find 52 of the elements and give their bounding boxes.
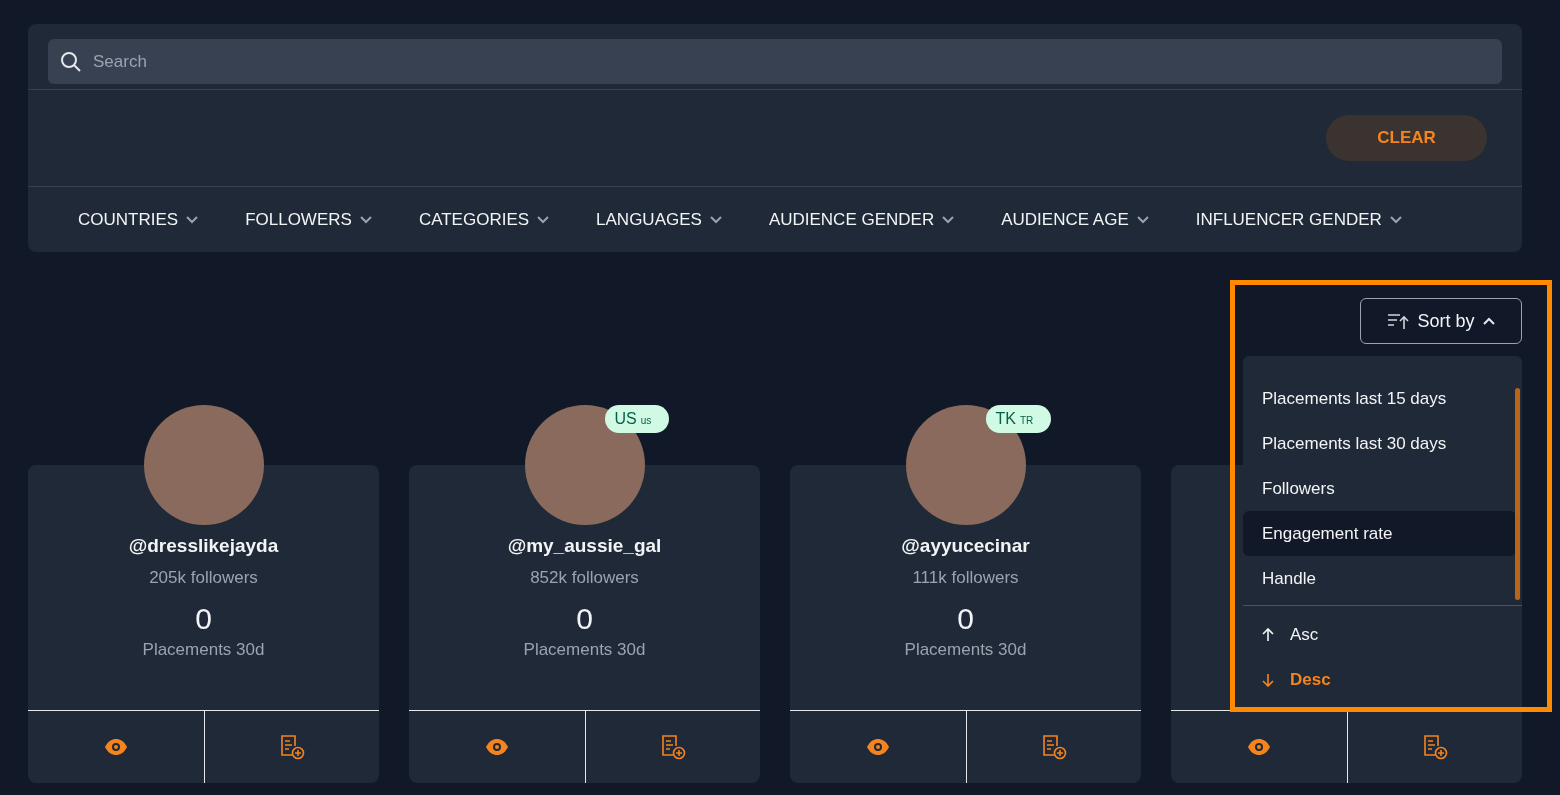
- chevron-down-icon: [942, 215, 955, 224]
- filter-dropdown[interactable]: AUDIENCE GENDER: [768, 209, 955, 230]
- chevron-down-icon: [359, 215, 372, 224]
- placements-count: 0: [957, 602, 974, 636]
- chevron-up-icon: [1482, 317, 1495, 325]
- placements-label: Placements 30d: [142, 640, 265, 660]
- chevron-down-icon: [709, 215, 722, 224]
- handle-text: @dresslikejayda: [128, 535, 279, 557]
- arrow-up-icon: [1262, 627, 1274, 642]
- filter-dropdown[interactable]: LANGUAGES: [596, 209, 722, 230]
- sort-option[interactable]: Handle: [1243, 556, 1516, 601]
- sort-icon: [1387, 312, 1410, 330]
- document-add-icon: [1421, 734, 1448, 760]
- clear-button[interactable]: CLEAR: [1326, 115, 1487, 161]
- filter-dropdown[interactable]: AUDIENCE AGE: [1001, 209, 1149, 230]
- eye-icon: [865, 739, 890, 755]
- sort-option[interactable]: Followers: [1243, 466, 1516, 511]
- document-add-icon: [1040, 734, 1067, 760]
- placements-count: 0: [576, 602, 593, 636]
- search-field[interactable]: Search: [48, 39, 1502, 84]
- handle-text: @ayyucecinar: [901, 535, 1030, 557]
- chevron-down-icon: [186, 215, 199, 224]
- document-add-icon: [278, 734, 305, 760]
- placements-label: Placements 30d: [523, 640, 646, 660]
- search-icon: [60, 51, 82, 73]
- filter-dropdown[interactable]: CATEGORIES: [418, 209, 550, 230]
- chevron-down-icon: [1389, 215, 1402, 224]
- chevron-down-icon: [537, 215, 550, 224]
- sort-option[interactable]: Placements last 30 days: [1243, 421, 1516, 466]
- eye-icon: [484, 739, 509, 755]
- eye-icon: [1246, 739, 1271, 755]
- order-option[interactable]: Asc: [1243, 612, 1522, 657]
- placements-label: Placements 30d: [904, 640, 1027, 660]
- order-option[interactable]: Desc: [1243, 657, 1522, 702]
- document-add-icon: [659, 734, 686, 760]
- country-badge: US us: [604, 405, 670, 433]
- sort-button[interactable]: Sort by: [1360, 298, 1522, 344]
- scrollbar[interactable]: [1515, 388, 1520, 600]
- placements-count: 0: [195, 602, 212, 636]
- arrow-down-icon: [1262, 672, 1274, 687]
- followers-count: 205k followers: [149, 568, 258, 588]
- filter-dropdown[interactable]: INFLUENCER GENDER: [1195, 209, 1402, 230]
- eye-icon: [103, 739, 128, 755]
- handle-text: @my_aussie_gal: [507, 535, 662, 557]
- sort-option[interactable]: Placements last 15 days: [1243, 376, 1516, 421]
- chevron-down-icon: [1136, 215, 1149, 224]
- followers-count: 852k followers: [530, 568, 639, 588]
- filter-dropdown[interactable]: COUNTRIES: [78, 209, 199, 230]
- followers-count: 111k followers: [912, 568, 1019, 588]
- sort-option[interactable]: Engagement rate: [1243, 511, 1516, 556]
- country-badge: TK TR: [985, 405, 1052, 433]
- filter-dropdown[interactable]: FOLLOWERS: [245, 209, 372, 230]
